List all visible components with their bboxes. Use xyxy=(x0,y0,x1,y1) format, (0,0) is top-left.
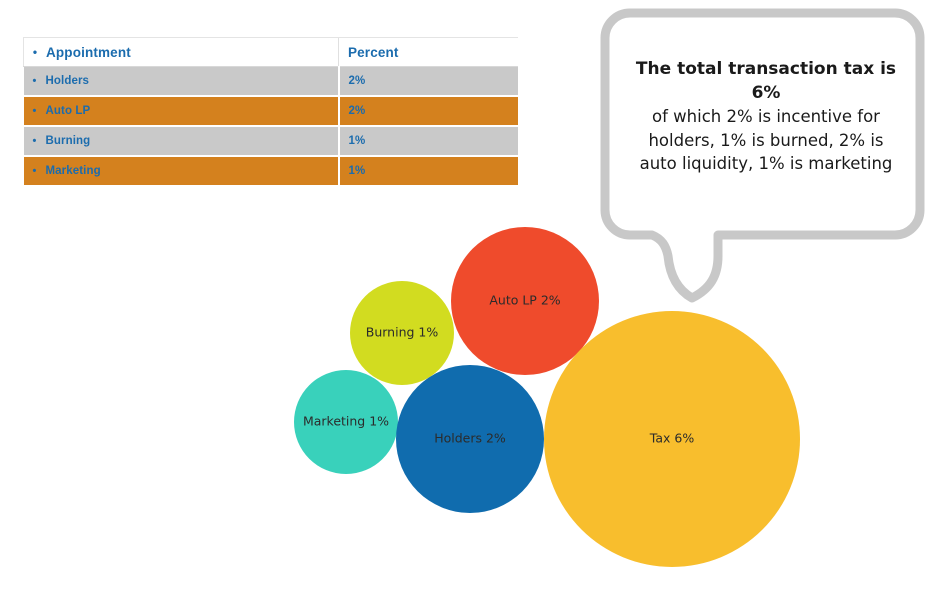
callout-text: The total transaction tax is 6% of which… xyxy=(625,57,907,176)
table-cell-appointment-label: Burning xyxy=(45,135,91,147)
bubble-label: Marketing 1% xyxy=(303,414,389,429)
bubble-label: Holders 2% xyxy=(434,431,506,446)
bullet-icon: • xyxy=(32,164,37,177)
table-header-percent-label: Percent xyxy=(348,44,399,60)
callout-line-2: of which 2% is incentive for xyxy=(652,107,880,127)
table-cell-appointment-label: Marketing xyxy=(45,165,101,177)
bullet-icon: • xyxy=(32,74,37,87)
bubble-label: Burning 1% xyxy=(366,325,439,340)
table-row: • Burning 1% xyxy=(23,127,518,155)
table-cell-percent: 1% xyxy=(337,127,518,155)
bullet-icon: • xyxy=(32,104,37,117)
bullet-icon: • xyxy=(32,134,37,147)
table-cell-appointment: • Burning xyxy=(23,127,339,155)
table-header-appointment-label: Appointment xyxy=(46,44,131,60)
table-row: • Marketing 1% xyxy=(23,157,518,185)
table-cell-appointment-label: Auto LP xyxy=(45,105,91,117)
bubble-label: Auto LP 2% xyxy=(489,293,560,308)
table-cell-appointment: • Holders xyxy=(23,66,339,95)
bubble-label: Tax 6% xyxy=(649,431,695,446)
table-row: • Holders 2% xyxy=(23,66,518,95)
callout-line-4: auto liquidity, 1% is marketing xyxy=(639,154,893,174)
table-cell-appointment: • Auto LP xyxy=(23,97,339,125)
table-header-appointment: • Appointment xyxy=(23,37,339,67)
table-row: • Auto LP 2% xyxy=(23,97,518,125)
table-cell-percent: 2% xyxy=(337,97,518,125)
slide-canvas: Marketing 1% Burning 1% Holders 2% Auto LP … xyxy=(0,0,938,590)
table-cell-percent: 2% xyxy=(337,66,518,95)
bullet-icon: • xyxy=(32,45,38,59)
table-cell-appointment-label: Holders xyxy=(45,75,90,87)
table-cell-appointment: • Marketing xyxy=(23,157,339,185)
table-header-percent: Percent xyxy=(338,37,518,67)
appointment-percent-table: • Appointment Percent • Holders 2% • Auto LP… xyxy=(23,37,518,185)
table-cell-percent: 1% xyxy=(337,157,518,185)
table-header-row: • Appointment Percent xyxy=(23,37,518,67)
callout-line-1: The total transaction tax is 6% xyxy=(635,59,897,104)
callout-line-3: holders, 1% is burned, 2% is xyxy=(648,130,884,150)
